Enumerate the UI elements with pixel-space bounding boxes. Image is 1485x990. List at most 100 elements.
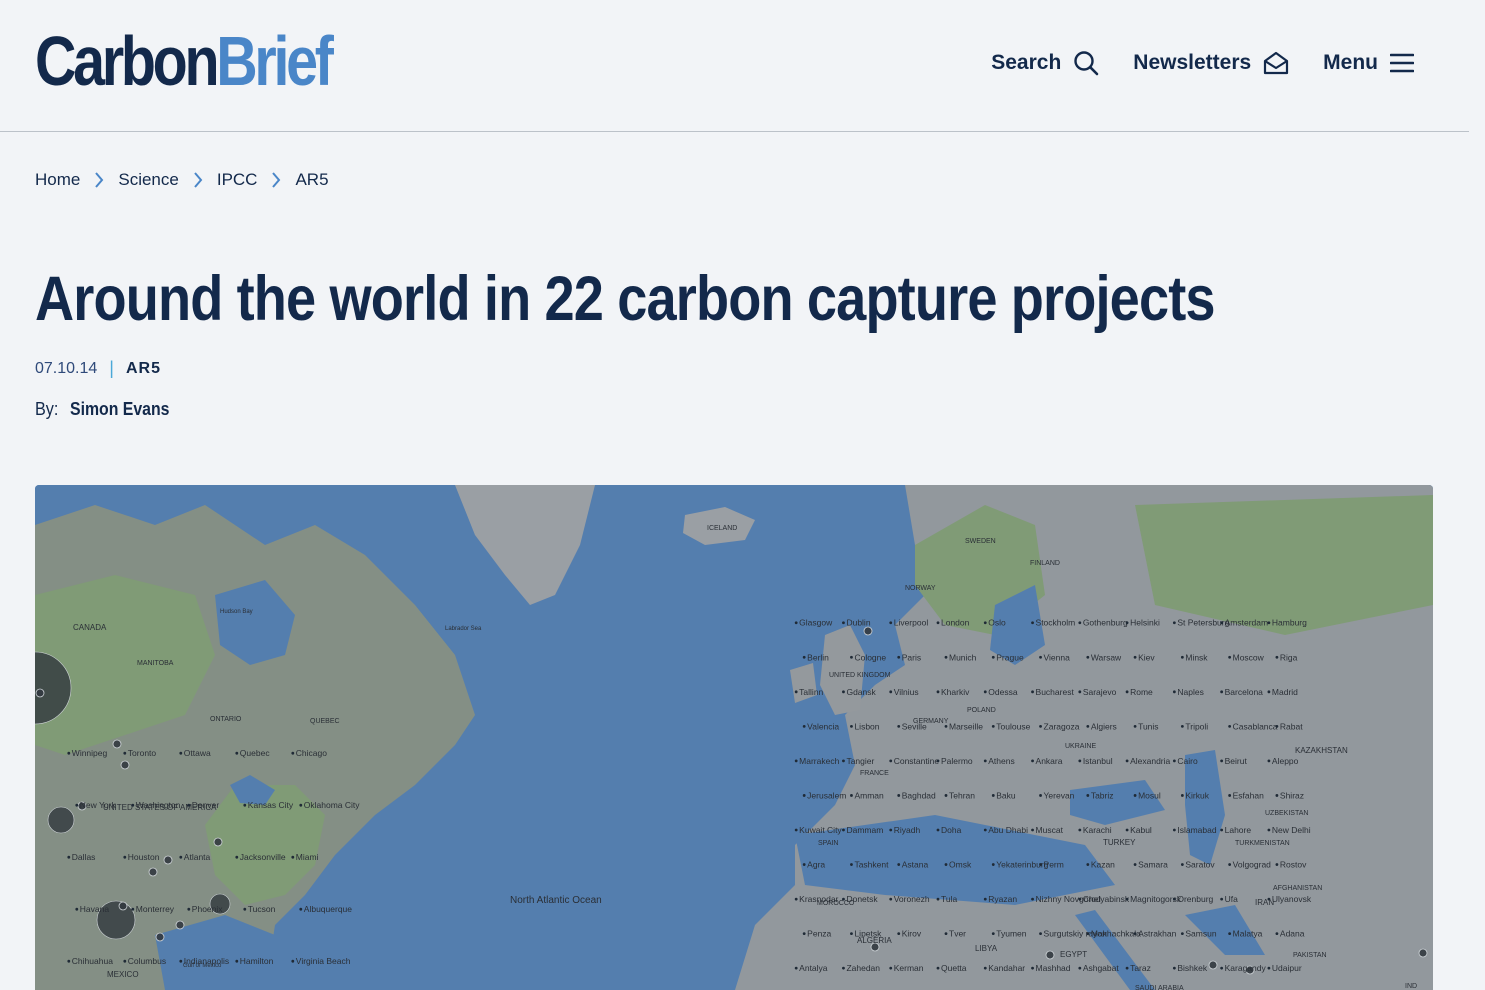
city-label: Kharkiv xyxy=(941,687,970,697)
map-region-label: ONTARIO xyxy=(210,716,242,723)
project-marker[interactable] xyxy=(155,932,165,942)
byline: By: Simon Evans xyxy=(35,399,183,420)
city-dot xyxy=(1086,794,1090,797)
author-link[interactable]: Simon Evans xyxy=(70,399,169,420)
search-label: Search xyxy=(991,51,1062,74)
city-dot xyxy=(983,690,987,694)
chevron-right-icon xyxy=(271,172,281,188)
map-region-label: LIBYA xyxy=(975,944,998,953)
city-label: Cologne xyxy=(854,652,886,662)
city-dot xyxy=(794,690,798,694)
city-dot xyxy=(1039,932,1042,936)
city-label: Oslo xyxy=(988,618,1006,628)
map-region-label: NORWAY xyxy=(905,585,936,592)
city-dot xyxy=(1220,828,1224,832)
map-region-label: TURKEY xyxy=(1103,838,1136,847)
city-dot xyxy=(1039,794,1042,797)
map-region-label: North Atlantic Ocean xyxy=(510,895,602,906)
city-dot xyxy=(1220,690,1224,694)
city-dot xyxy=(991,794,995,797)
city-label: Tripoli xyxy=(1185,721,1208,731)
project-marker[interactable] xyxy=(47,806,75,834)
city-dot xyxy=(842,759,845,763)
breadcrumb-science[interactable]: Science xyxy=(118,170,178,190)
map-region-label: UNITED KINGDOM xyxy=(829,672,891,679)
city-dot xyxy=(850,655,853,659)
search-button[interactable]: Search xyxy=(991,50,1099,76)
header-nav: Search Newsletters Menu xyxy=(991,50,1414,76)
city-dot xyxy=(1125,828,1129,832)
city-label: Aleppo xyxy=(1272,756,1299,766)
project-marker[interactable] xyxy=(1418,948,1428,958)
city-label: Zaragoza xyxy=(1044,721,1080,731)
city-dot xyxy=(1039,724,1042,728)
city-dot xyxy=(983,621,987,625)
city-label: Riga xyxy=(1280,652,1298,662)
city-dot xyxy=(889,759,893,763)
city-dot xyxy=(187,803,191,807)
city-dot xyxy=(794,966,798,970)
city-dot xyxy=(187,907,191,911)
newsletters-button[interactable]: Newsletters xyxy=(1133,51,1289,75)
city-label: New Delhi xyxy=(1272,825,1311,835)
city-label: Constantine xyxy=(894,756,940,766)
city-dot xyxy=(802,724,806,728)
project-map[interactable]: CANADA Hudson Bay Labrador Sea ICELAND NORWA… xyxy=(35,485,1433,990)
city-label: Seville xyxy=(902,721,927,731)
city-label: Tula xyxy=(941,894,957,904)
city-dot xyxy=(67,751,71,755)
city-label: Penza xyxy=(807,929,831,939)
city-label: Alexandria xyxy=(1130,756,1170,766)
city-dot xyxy=(850,932,853,936)
city-dot xyxy=(299,803,303,807)
project-marker[interactable] xyxy=(118,901,128,911)
city-dot xyxy=(291,751,295,755)
article-tag[interactable]: AR5 xyxy=(126,360,161,378)
city-label: Volgograd xyxy=(1233,860,1272,870)
map-region-label: QUEBEC xyxy=(310,718,340,725)
city-dot xyxy=(123,959,127,963)
breadcrumb-ipcc[interactable]: IPCC xyxy=(217,170,258,190)
city-dot xyxy=(842,690,845,694)
city-label: Malatya xyxy=(1233,929,1263,939)
city-dot xyxy=(1133,932,1137,936)
site-logo[interactable]: CarbonBrief xyxy=(35,26,334,96)
project-marker[interactable] xyxy=(863,626,873,636)
city-dot xyxy=(1133,794,1137,797)
map-region-label: POLAND xyxy=(967,707,996,714)
map-region-label: UKRAINE xyxy=(1065,743,1096,750)
project-marker[interactable] xyxy=(148,867,158,877)
city-label: Gdansk xyxy=(846,687,876,697)
city-label: Udaipur xyxy=(1272,963,1302,973)
city-dot xyxy=(1125,690,1129,694)
city-label: Zahedan xyxy=(846,963,880,973)
city-dot xyxy=(794,621,798,625)
city-dot xyxy=(1220,897,1224,901)
city-dot xyxy=(235,959,239,963)
project-marker[interactable] xyxy=(175,920,185,930)
menu-button[interactable]: Menu xyxy=(1323,51,1414,75)
city-label: Kirkuk xyxy=(1185,790,1209,800)
city-label: Orenburg xyxy=(1177,894,1213,904)
city-label: Helsinki xyxy=(1130,618,1160,628)
city-dot xyxy=(299,907,303,911)
project-marker[interactable] xyxy=(213,837,223,847)
breadcrumb-home[interactable]: Home xyxy=(35,170,80,190)
city-dot xyxy=(1039,863,1042,866)
city-dot xyxy=(897,724,901,728)
city-dot xyxy=(1275,932,1279,936)
project-marker[interactable] xyxy=(120,760,130,770)
city-label: Taraz xyxy=(1130,963,1151,973)
breadcrumb-ar5[interactable]: AR5 xyxy=(295,170,328,190)
project-marker[interactable] xyxy=(1045,950,1055,960)
map-region-label: AFGHANISTAN xyxy=(1273,885,1322,892)
city-label: Lahore xyxy=(1225,825,1252,835)
city-dot xyxy=(936,621,940,625)
city-dot xyxy=(936,690,940,694)
project-marker[interactable] xyxy=(163,855,173,865)
project-marker[interactable] xyxy=(35,688,45,698)
city-dot xyxy=(1267,828,1271,832)
project-marker[interactable] xyxy=(1208,960,1218,970)
city-label: Houston xyxy=(128,852,160,862)
project-marker[interactable] xyxy=(112,739,122,749)
